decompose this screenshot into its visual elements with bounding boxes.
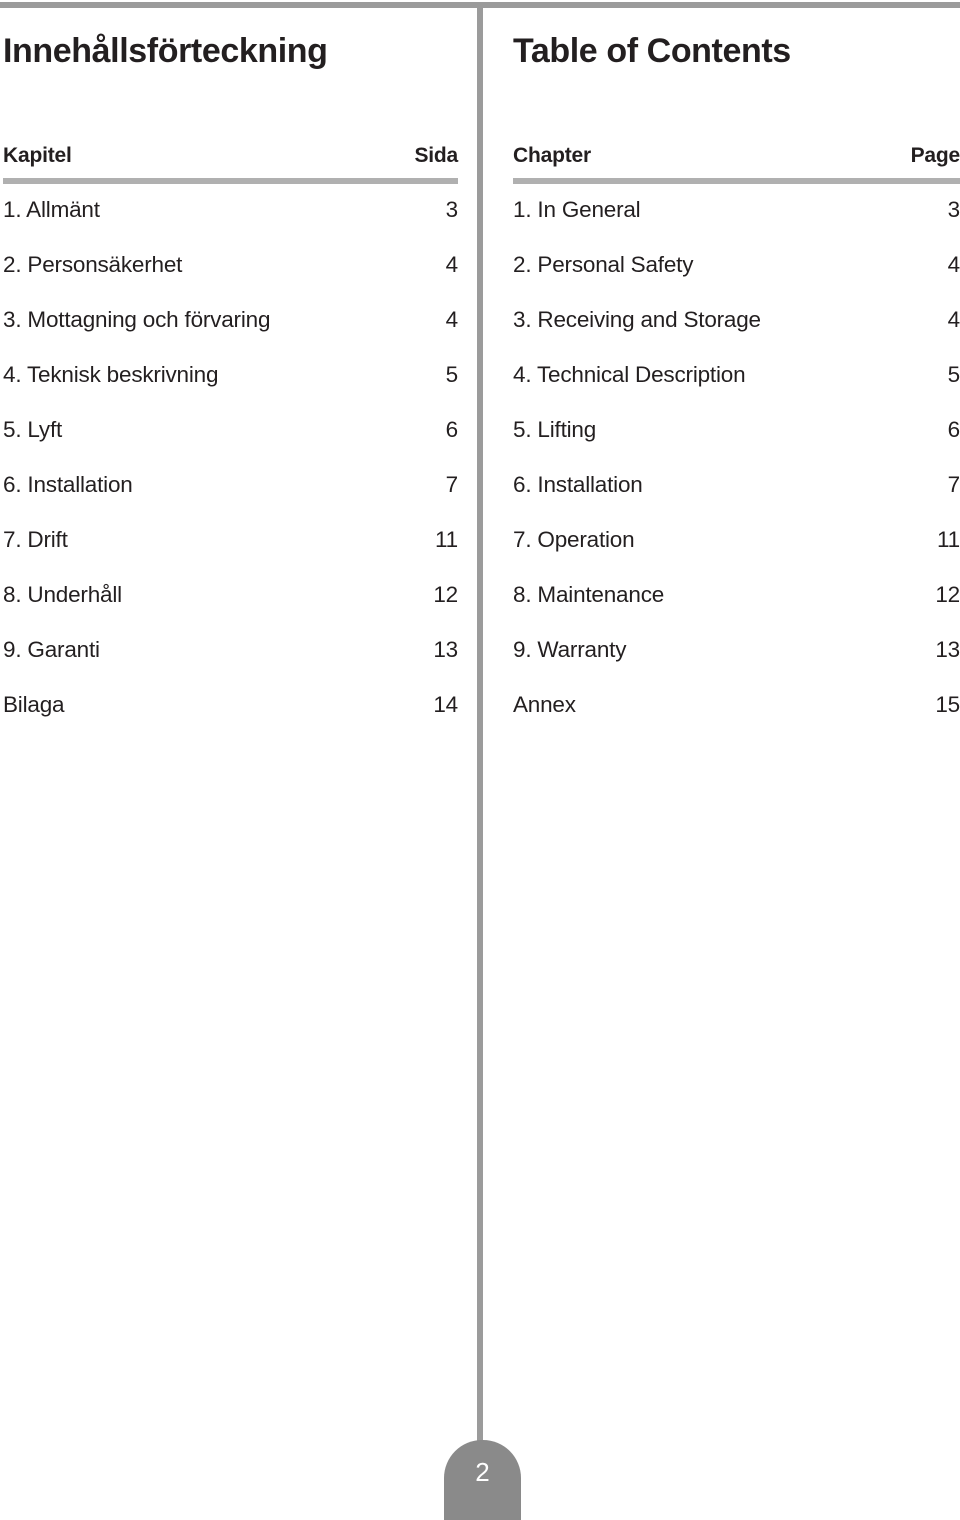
page-number-label: 2	[475, 1457, 490, 1487]
toc-entry-page: 4	[947, 306, 960, 332]
toc-entry-page: 3	[947, 196, 960, 222]
toc-entry-page: 12	[433, 581, 458, 607]
toc-entry-page: 14	[433, 691, 458, 717]
toc-header-rule-english	[513, 177, 960, 184]
toc-entry-label: 3. Receiving and Storage	[513, 306, 761, 332]
toc-entry-page: 5	[947, 361, 960, 387]
toc-row[interactable]: 5. Lifting 6	[513, 417, 960, 472]
toc-row[interactable]: 5. Lyft 6	[3, 417, 458, 472]
toc-entry-page: 6	[947, 416, 960, 442]
toc-row[interactable]: 9. Garanti 13	[3, 637, 458, 692]
toc-row[interactable]: Bilaga 14	[3, 692, 458, 747]
toc-entry-label: 1. Allmänt	[3, 196, 100, 222]
page-title-english: Table of Contents	[513, 32, 791, 70]
page-title-swedish: Innehållsförteckning	[3, 32, 328, 70]
toc-entry-label: 4. Teknisk beskrivning	[3, 361, 219, 387]
toc-entry-page: 4	[445, 306, 459, 332]
column-header-page-english: Page	[910, 143, 960, 167]
toc-entry-label: 8. Maintenance	[513, 581, 665, 607]
toc-entry-page: 4	[947, 251, 960, 277]
toc-column-swedish: Innehållsförteckning Kapitel Sida 1. All…	[3, 32, 458, 747]
toc-entry-label: 1. In General	[513, 196, 641, 222]
toc-row[interactable]: 6. Installation 7	[513, 472, 960, 527]
toc-entry-label: Bilaga	[3, 691, 65, 717]
toc-entry-page: 7	[947, 471, 960, 497]
toc-row[interactable]: 4. Teknisk beskrivning 5	[3, 362, 458, 417]
toc-entry-label: 9. Warranty	[513, 636, 627, 662]
column-header-page-swedish: Sida	[414, 143, 458, 167]
toc-entry-label: 4. Technical Description	[513, 361, 746, 387]
column-header-chapter-english: Chapter	[513, 143, 591, 167]
toc-entry-label: 8. Underhåll	[3, 581, 122, 607]
toc-entry-label: Annex	[513, 691, 576, 717]
toc-entry-label: 6. Installation	[3, 471, 133, 497]
toc-entry-label: 5. Lifting	[513, 416, 597, 442]
toc-entry-page: 13	[433, 636, 458, 662]
toc-entry-label: 7. Drift	[3, 526, 68, 552]
toc-list-english: 1. In General 3 2. Personal Safety 4 3. Rece…	[513, 197, 960, 747]
toc-row[interactable]: 1. In General 3	[513, 197, 960, 252]
toc-entry-page: 6	[445, 416, 459, 442]
toc-row[interactable]: 9. Warranty 13	[513, 637, 960, 692]
toc-list-swedish: 1. Allmänt 3 2. Personsäkerhet 4 3. Mottagni…	[3, 197, 458, 747]
toc-row[interactable]: 2. Personal Safety 4	[513, 252, 960, 307]
toc-entry-page: 3	[445, 196, 459, 222]
toc-entry-label: 7. Operation	[513, 526, 635, 552]
toc-row[interactable]: 2. Personsäkerhet 4	[3, 252, 458, 307]
toc-row[interactable]: 7. Operation 11	[513, 527, 960, 582]
toc-row[interactable]: 7. Drift 11	[3, 527, 458, 582]
toc-entry-label: 9. Garanti	[3, 636, 100, 662]
toc-row[interactable]: 3. Mottagning och förvaring 4	[3, 307, 458, 362]
toc-entry-page: 7	[445, 471, 459, 497]
toc-entry-label: 2. Personsäkerhet	[3, 251, 183, 277]
toc-entry-page: 11	[435, 526, 458, 552]
toc-entry-label: 5. Lyft	[3, 416, 63, 442]
toc-entry-label: 6. Installation	[513, 471, 643, 497]
toc-entry-page: 15	[935, 691, 960, 717]
toc-header-rule-swedish	[3, 177, 458, 184]
toc-row[interactable]: Annex 15	[513, 692, 960, 747]
toc-entry-page: 5	[445, 361, 459, 387]
toc-row[interactable]: 8. Maintenance 12	[513, 582, 960, 637]
toc-header-swedish: Kapitel Sida	[3, 144, 458, 168]
toc-entry-label: 3. Mottagning och förvaring	[3, 306, 271, 332]
column-divider	[477, 8, 483, 1445]
toc-row[interactable]: 3. Receiving and Storage 4	[513, 307, 960, 362]
toc-entry-label: 2. Personal Safety	[513, 251, 694, 277]
toc-header-english: Chapter Page	[513, 144, 960, 168]
toc-entry-page: 4	[445, 251, 459, 277]
toc-row[interactable]: 4. Technical Description 5	[513, 362, 960, 417]
document-page: Innehållsförteckning Kapitel Sida 1. All…	[0, 0, 960, 1520]
page-number-tab: 2	[444, 1440, 521, 1520]
toc-column-english: Table of Contents Chapter Page 1. In Gen…	[513, 32, 960, 747]
toc-row[interactable]: 1. Allmänt 3	[3, 197, 458, 252]
toc-entry-page: 13	[935, 636, 960, 662]
toc-entry-page: 12	[935, 581, 960, 607]
toc-row[interactable]: 6. Installation 7	[3, 472, 458, 527]
toc-entry-page: 11	[937, 526, 960, 552]
toc-row[interactable]: 8. Underhåll 12	[3, 582, 458, 637]
column-header-chapter-swedish: Kapitel	[3, 143, 72, 167]
